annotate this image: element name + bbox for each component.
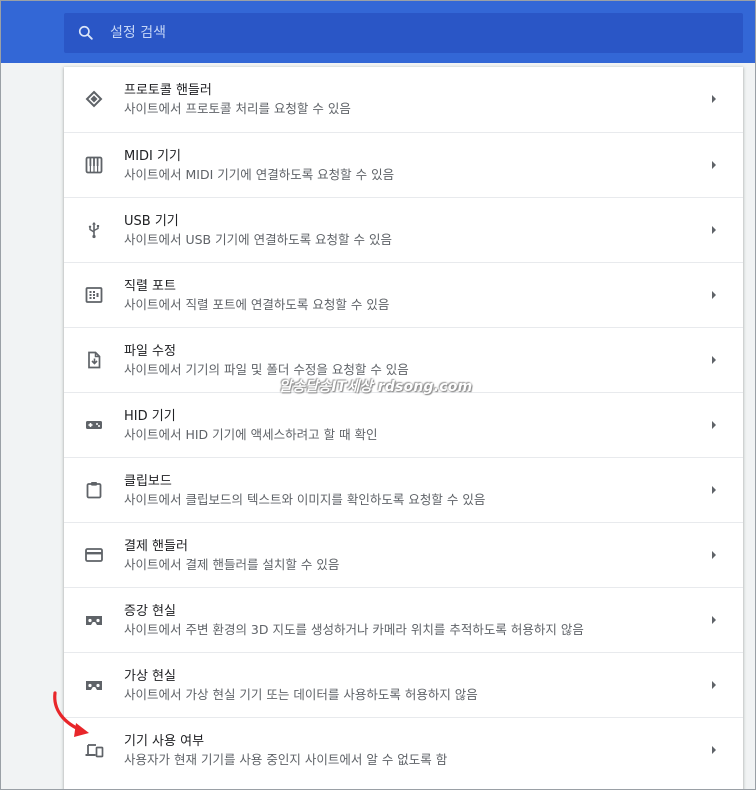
- setting-row-device-usage[interactable]: 기기 사용 여부 사용자가 현재 기기를 사용 중인지 사이트에서 알 수 없도…: [64, 717, 743, 782]
- file-edit-icon: [84, 350, 104, 370]
- setting-title: USB 기기: [124, 214, 179, 229]
- chevron-right-icon: [712, 95, 716, 103]
- vr-headset-icon: [84, 675, 104, 695]
- chevron-right-icon: [712, 291, 716, 299]
- setting-description: 사이트에서 클립보드의 텍스트와 이미지를 확인하도록 요청할 수 있음: [124, 492, 486, 507]
- setting-description: 사이트에서 기기의 파일 및 폴더 수정을 요청할 수 있음: [124, 362, 409, 377]
- setting-title: MIDI 기기: [124, 149, 181, 164]
- setting-title: 기기 사용 여부: [124, 734, 205, 749]
- setting-description: 사이트에서 주변 환경의 3D 지도를 생성하거나 카메라 위치를 추적하도록 …: [124, 622, 584, 637]
- setting-row-file-editing[interactable]: 파일 수정 사이트에서 기기의 파일 및 폴더 수정을 요청할 수 있음: [64, 327, 743, 392]
- setting-row-hid[interactable]: HID 기기 사이트에서 HID 기기에 액세스하려고 할 때 확인: [64, 392, 743, 457]
- chevron-right-icon: [712, 746, 716, 754]
- setting-description: 사이트에서 MIDI 기기에 연결하도록 요청할 수 있음: [124, 167, 395, 182]
- chevron-right-icon: [712, 421, 716, 429]
- device-usage-icon: [84, 740, 104, 760]
- ar-headset-icon: [84, 610, 104, 630]
- setting-row-usb[interactable]: USB 기기 사이트에서 USB 기기에 연결하도록 요청할 수 있음: [64, 197, 743, 262]
- setting-title: 클립보드: [124, 474, 172, 489]
- serial-port-icon: [84, 285, 104, 305]
- setting-description: 사이트에서 결제 핸들러를 설치할 수 있음: [124, 557, 340, 572]
- protocol-handler-icon: [84, 89, 104, 109]
- setting-row-virtual-reality[interactable]: 가상 현실 사이트에서 가상 현실 기기 또는 데이터를 사용하도록 허용하지 …: [64, 652, 743, 717]
- search-icon: [78, 25, 93, 40]
- setting-description: 사이트에서 HID 기기에 액세스하려고 할 때 확인: [124, 427, 378, 442]
- setting-description: 사이트에서 프로토콜 처리를 요청할 수 있음: [124, 101, 351, 116]
- clipboard-icon: [84, 480, 104, 500]
- chevron-right-icon: [712, 161, 716, 169]
- chevron-right-icon: [712, 226, 716, 234]
- setting-title: 파일 수정: [124, 344, 176, 359]
- midi-piano-icon: [84, 155, 104, 175]
- setting-row-augmented-reality[interactable]: 증강 현실 사이트에서 주변 환경의 3D 지도를 생성하거나 카메라 위치를 …: [64, 587, 743, 652]
- setting-description: 사이트에서 가상 현실 기기 또는 데이터를 사용하도록 허용하지 않음: [124, 687, 478, 702]
- setting-title: 증강 현실: [124, 604, 176, 619]
- setting-title: HID 기기: [124, 409, 176, 424]
- chevron-right-icon: [712, 616, 716, 624]
- setting-title: 가상 현실: [124, 669, 176, 684]
- setting-row-midi[interactable]: MIDI 기기 사이트에서 MIDI 기기에 연결하도록 요청할 수 있음: [64, 132, 743, 197]
- setting-row-clipboard[interactable]: 클립보드 사이트에서 클립보드의 텍스트와 이미지를 확인하도록 요청할 수 있…: [64, 457, 743, 522]
- setting-description: 사이트에서 USB 기기에 연결하도록 요청할 수 있음: [124, 232, 393, 247]
- setting-title: 프로토콜 핸들러: [124, 83, 212, 98]
- settings-list: 프로토콜 핸들러 사이트에서 프로토콜 처리를 요청할 수 있음 MIDI 기기…: [64, 67, 743, 789]
- credit-card-icon: [84, 545, 104, 565]
- search-input[interactable]: [110, 13, 743, 53]
- setting-description: 사이트에서 직렬 포트에 연결하도록 요청할 수 있음: [124, 297, 390, 312]
- usb-icon: [84, 220, 104, 240]
- setting-title: 직렬 포트: [124, 279, 176, 294]
- chevron-right-icon: [712, 681, 716, 689]
- header-bar: [1, 1, 755, 63]
- search-box[interactable]: [64, 13, 743, 53]
- setting-title: 결제 핸들러: [124, 539, 188, 554]
- setting-row-protocol-handlers[interactable]: 프로토콜 핸들러 사이트에서 프로토콜 처리를 요청할 수 있음: [64, 67, 743, 132]
- setting-row-serial-port[interactable]: 직렬 포트 사이트에서 직렬 포트에 연결하도록 요청할 수 있음: [64, 262, 743, 327]
- setting-description: 사용자가 현재 기기를 사용 중인지 사이트에서 알 수 없도록 함: [124, 752, 448, 767]
- chevron-right-icon: [712, 486, 716, 494]
- setting-row-payment-handlers[interactable]: 결제 핸들러 사이트에서 결제 핸들러를 설치할 수 있음: [64, 522, 743, 587]
- chevron-right-icon: [712, 356, 716, 364]
- hid-gamepad-icon: [84, 415, 104, 435]
- settings-window: 프로토콜 핸들러 사이트에서 프로토콜 처리를 요청할 수 있음 MIDI 기기…: [0, 0, 756, 790]
- chevron-right-icon: [712, 551, 716, 559]
